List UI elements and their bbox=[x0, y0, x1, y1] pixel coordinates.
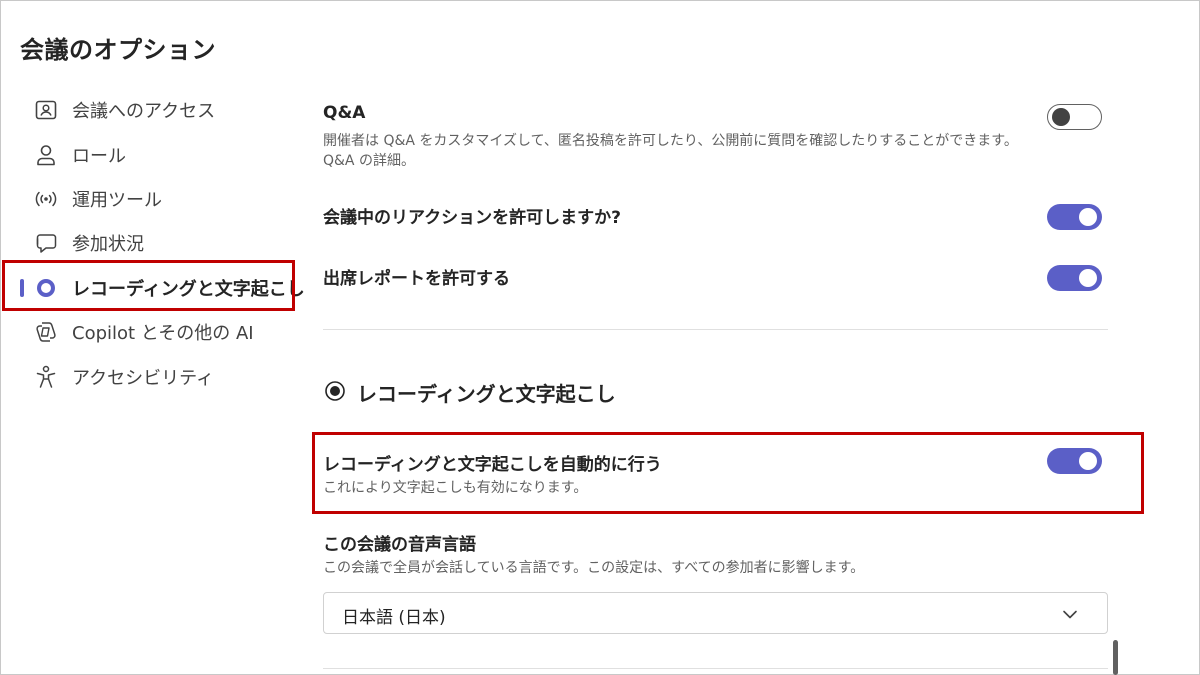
sidebar-item-label: アクセシビリティ bbox=[72, 368, 215, 389]
language-description: この会議で全員が会話している言語です。この設定は、すべての参加者に影響します。 bbox=[323, 560, 865, 576]
attendance-title: 出席レポートを許可する bbox=[323, 269, 510, 289]
sidebar-item-copilot[interactable]: Copilot とその他の AI bbox=[0, 312, 300, 352]
accessibility-icon bbox=[34, 365, 58, 389]
page-title: 会議のオプション bbox=[20, 36, 216, 64]
reactions-title: 会議中のリアクションを許可しますか? bbox=[323, 208, 622, 228]
sidebar-item-label: 参加状況 bbox=[72, 234, 144, 255]
qa-toggle[interactable] bbox=[1047, 104, 1102, 130]
qa-details-link[interactable]: Q&A の詳細。 bbox=[323, 151, 415, 171]
record-icon bbox=[323, 379, 347, 407]
divider bbox=[323, 329, 1108, 330]
recording-section-header: レコーディングと文字起こし bbox=[323, 378, 616, 407]
scrollbar-thumb[interactable] bbox=[1113, 640, 1118, 675]
toggle-knob bbox=[1079, 208, 1097, 226]
section-title: レコーディングと文字起こし bbox=[357, 382, 616, 406]
sidebar-item-accessibility[interactable]: アクセシビリティ bbox=[0, 357, 300, 397]
qa-description: 開催者は Q&A をカスタマイズして、匿名投稿を許可したり、公開前に質問を確認し… bbox=[323, 133, 1018, 149]
sidebar-item-engagement[interactable]: 参加状況 bbox=[0, 223, 300, 263]
chat-bubble-icon bbox=[34, 231, 58, 255]
qa-title: Q&A bbox=[323, 103, 366, 123]
person-icon bbox=[34, 143, 58, 167]
sidebar-item-ops-tools[interactable]: 運用ツール bbox=[0, 179, 300, 219]
reactions-toggle[interactable] bbox=[1047, 204, 1102, 230]
sidebar-item-label: 会議へのアクセス bbox=[72, 101, 216, 122]
copilot-icon bbox=[34, 320, 58, 344]
sidebar-item-label: ロール bbox=[72, 146, 126, 167]
highlight-box-setting bbox=[312, 432, 1144, 514]
toggle-knob bbox=[1052, 108, 1070, 126]
sidebar-item-label: 運用ツール bbox=[72, 190, 162, 211]
dropdown-value: 日本語 (日本) bbox=[342, 608, 446, 628]
divider bbox=[323, 668, 1108, 669]
language-title: この会議の音声言語 bbox=[323, 535, 476, 555]
sidebar-item-meeting-access[interactable]: 会議へのアクセス bbox=[0, 90, 300, 130]
person-card-icon bbox=[34, 98, 58, 122]
toggle-knob bbox=[1079, 269, 1097, 287]
sidebar-item-roles[interactable]: ロール bbox=[0, 135, 300, 175]
chevron-down-icon bbox=[1061, 605, 1079, 627]
highlight-box-sidebar bbox=[2, 260, 295, 311]
sidebar-item-label: Copilot とその他の AI bbox=[72, 323, 254, 344]
broadcast-icon bbox=[34, 187, 58, 211]
language-dropdown[interactable]: 日本語 (日本) bbox=[323, 592, 1108, 634]
attendance-toggle[interactable] bbox=[1047, 265, 1102, 291]
